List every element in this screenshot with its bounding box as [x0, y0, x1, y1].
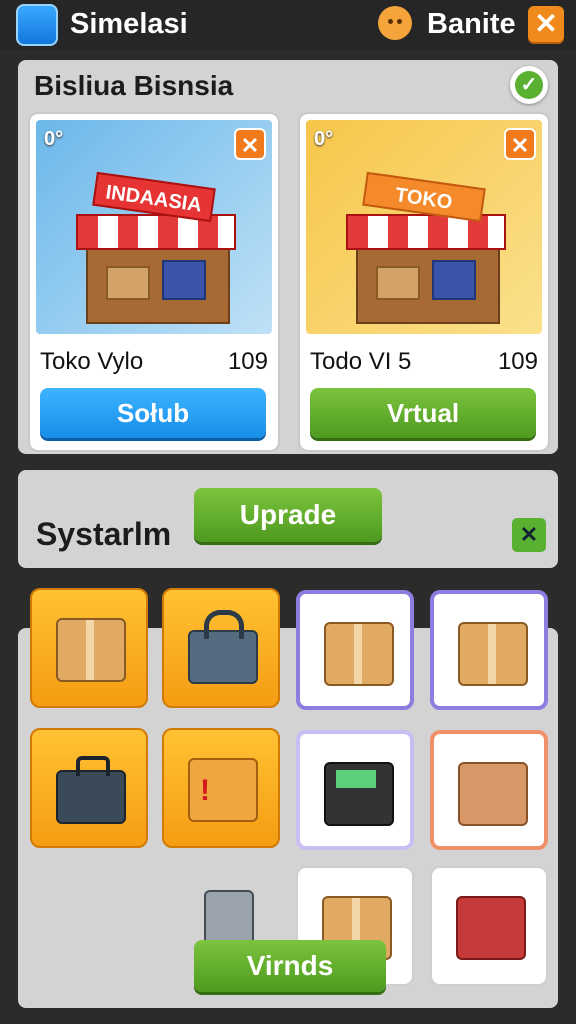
- user-name: Banite: [427, 8, 516, 40]
- cash-register-icon: [324, 762, 394, 826]
- system-title: Systarlm: [36, 516, 172, 552]
- shop-action-button[interactable]: Vrtual: [310, 388, 536, 438]
- inventory-slot-open-box[interactable]: [430, 730, 548, 850]
- level-badge: 0°: [314, 128, 334, 150]
- upgrade-button[interactable]: Uprade: [194, 488, 382, 542]
- inventory-slot-register[interactable]: [296, 730, 414, 850]
- shop-card-2[interactable]: 0° ✕ TOKO Todo VI 5 109 Vrtual: [298, 112, 550, 452]
- cart-boxes-icon: [456, 896, 526, 960]
- red-tag-box-icon: [188, 758, 258, 822]
- check-icon[interactable]: ✓: [510, 66, 548, 104]
- card-close-icon[interactable]: ✕: [504, 128, 536, 160]
- app-title: Simelasi: [70, 8, 188, 40]
- taped-box-icon: [458, 622, 528, 686]
- system-panel: Systarlm Uprade ✕: [18, 470, 558, 568]
- mascot-avatar-icon[interactable]: [378, 6, 412, 40]
- shop-count: 109: [227, 348, 268, 375]
- market-stall-icon: TOKO: [346, 171, 506, 324]
- inventory-slot-box-plant[interactable]: [30, 588, 148, 708]
- level-badge: 0°: [44, 128, 64, 150]
- shop-action-button[interactable]: Sołub: [40, 388, 266, 438]
- briefcase-icon: [56, 756, 126, 824]
- inventory-slot-cart-boxes[interactable]: [430, 866, 548, 986]
- inventory-slot-red-tag-box[interactable]: [162, 728, 280, 848]
- plant-box-icon: [56, 618, 126, 682]
- shop-name: Toko Vylo: [40, 348, 144, 375]
- open-box-icon: [458, 762, 528, 826]
- close-button[interactable]: ✕: [528, 6, 564, 42]
- inventory-slot-box-tape[interactable]: [430, 590, 548, 710]
- box-straw-icon: [324, 622, 394, 686]
- app-logo-icon: [16, 4, 58, 46]
- shop-image: 0° ✕ INDAASIA: [36, 120, 272, 334]
- inventory-slot-box-straw[interactable]: [296, 590, 414, 710]
- business-title: Bisliua Bisnsia: [34, 70, 234, 101]
- market-stall-icon: INDAASIA: [76, 171, 236, 324]
- padlock-icon: [188, 610, 258, 684]
- card-close-icon[interactable]: ✕: [234, 128, 266, 160]
- inventory-slot-padlock[interactable]: [162, 588, 280, 708]
- shop-image: 0° ✕ TOKO: [306, 120, 542, 334]
- shop-count: 109: [497, 348, 538, 375]
- inventory-slot-briefcase[interactable]: [30, 728, 148, 848]
- system-close-icon[interactable]: ✕: [512, 518, 546, 552]
- top-bar: Simelasi Banite ✕: [0, 0, 576, 50]
- bottom-action-button[interactable]: Virnds: [194, 940, 386, 992]
- shop-card-1[interactable]: 0° ✕ INDAASIA Toko Vylo 109 Sołub: [28, 112, 280, 452]
- shop-name: Todo VI 5: [310, 348, 412, 375]
